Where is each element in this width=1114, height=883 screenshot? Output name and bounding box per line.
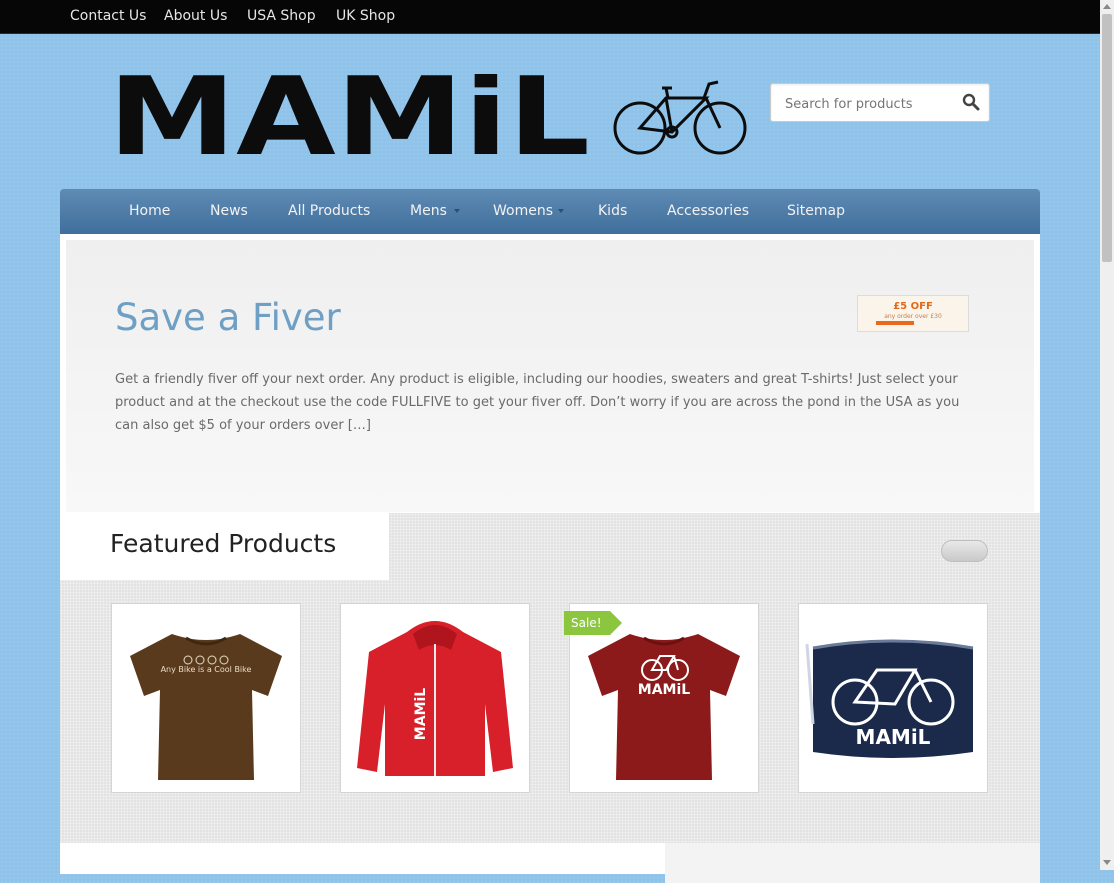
- maroon-tshirt-print: MAMiL: [638, 682, 690, 698]
- site-logo[interactable]: MAMiL: [108, 74, 748, 164]
- nav-item-sitemap[interactable]: Sitemap: [787, 203, 845, 219]
- main-content: Save a Fiver £5 OFF any order over £30 G…: [60, 234, 1040, 883]
- brown-tshirt-image: Any Bike is a Cool Bike: [130, 634, 282, 780]
- bicycle-logo-icon: [613, 80, 747, 155]
- scrollbar[interactable]: [1100, 0, 1114, 870]
- logo-wordmark-text: MAMiL: [108, 74, 590, 164]
- mens-dropdown-arrow-icon: [454, 209, 460, 213]
- product-card[interactable]: MAMiL: [798, 603, 988, 793]
- featured-products-section: Featured Products Any Bike is a Cool Bik…: [60, 513, 1040, 843]
- navy-messenger-bag-image: MAMiL: [805, 639, 974, 758]
- bag-print: MAMiL: [856, 725, 931, 749]
- nav-item-womens[interactable]: Womens: [493, 203, 553, 219]
- scroll-down-icon[interactable]: [1103, 860, 1111, 865]
- topbar-link-about-us[interactable]: About Us: [164, 8, 227, 24]
- scroll-up-icon[interactable]: [1103, 4, 1111, 9]
- nav-item-all-products[interactable]: All Products: [288, 203, 370, 219]
- nav-item-mens[interactable]: Mens: [410, 203, 447, 219]
- nav-item-accessories[interactable]: Accessories: [667, 203, 749, 219]
- product-card[interactable]: Any Bike is a Cool Bike: [111, 603, 301, 793]
- promo-title: £5 OFF: [893, 301, 933, 312]
- main-nav: Home News All Products Mens Womens Kids …: [60, 189, 1040, 234]
- red-hoodie-print: MAMiL: [413, 688, 429, 740]
- sale-badge: Sale!: [564, 611, 621, 635]
- nav-item-kids[interactable]: Kids: [598, 203, 627, 219]
- product-card[interactable]: MAMiL: [340, 603, 530, 793]
- slider-toggle[interactable]: [941, 540, 988, 562]
- promo-bar: [876, 321, 914, 325]
- promo-subtitle: any order over £30: [884, 313, 942, 320]
- post-title[interactable]: Save a Fiver: [115, 296, 341, 339]
- nav-item-news[interactable]: News: [210, 203, 248, 219]
- product-card[interactable]: MAMiL Sale!: [564, 603, 759, 793]
- red-hoodie-image: MAMiL: [357, 621, 513, 776]
- search-icon[interactable]: [961, 92, 981, 112]
- topbar-link-contact-us[interactable]: Contact Us: [70, 8, 146, 24]
- womens-dropdown-arrow-icon: [558, 209, 564, 213]
- search-input[interactable]: [783, 93, 957, 115]
- promo-thumbnail[interactable]: £5 OFF any order over £30: [857, 295, 969, 332]
- logo-wordmark: MAMiL: [108, 74, 590, 164]
- post-excerpt: Get a friendly fiver off your next order…: [115, 372, 960, 433]
- nav-item-home[interactable]: Home: [129, 203, 170, 219]
- featured-products-heading: Featured Products: [110, 529, 337, 558]
- topbar-link-uk-shop[interactable]: UK Shop: [336, 8, 395, 24]
- scrollbar-thumb[interactable]: [1102, 14, 1112, 262]
- featured-post: Save a Fiver £5 OFF any order over £30 G…: [66, 240, 1034, 512]
- top-bar: Contact Us About Us USA Shop UK Shop: [0, 0, 1100, 34]
- brown-tshirt-print: Any Bike is a Cool Bike: [161, 665, 252, 674]
- topbar-link-usa-shop[interactable]: USA Shop: [247, 8, 316, 24]
- search-box: [770, 83, 990, 122]
- featured-products-tab: Featured Products: [60, 513, 389, 580]
- sidebar-area: [665, 843, 1040, 883]
